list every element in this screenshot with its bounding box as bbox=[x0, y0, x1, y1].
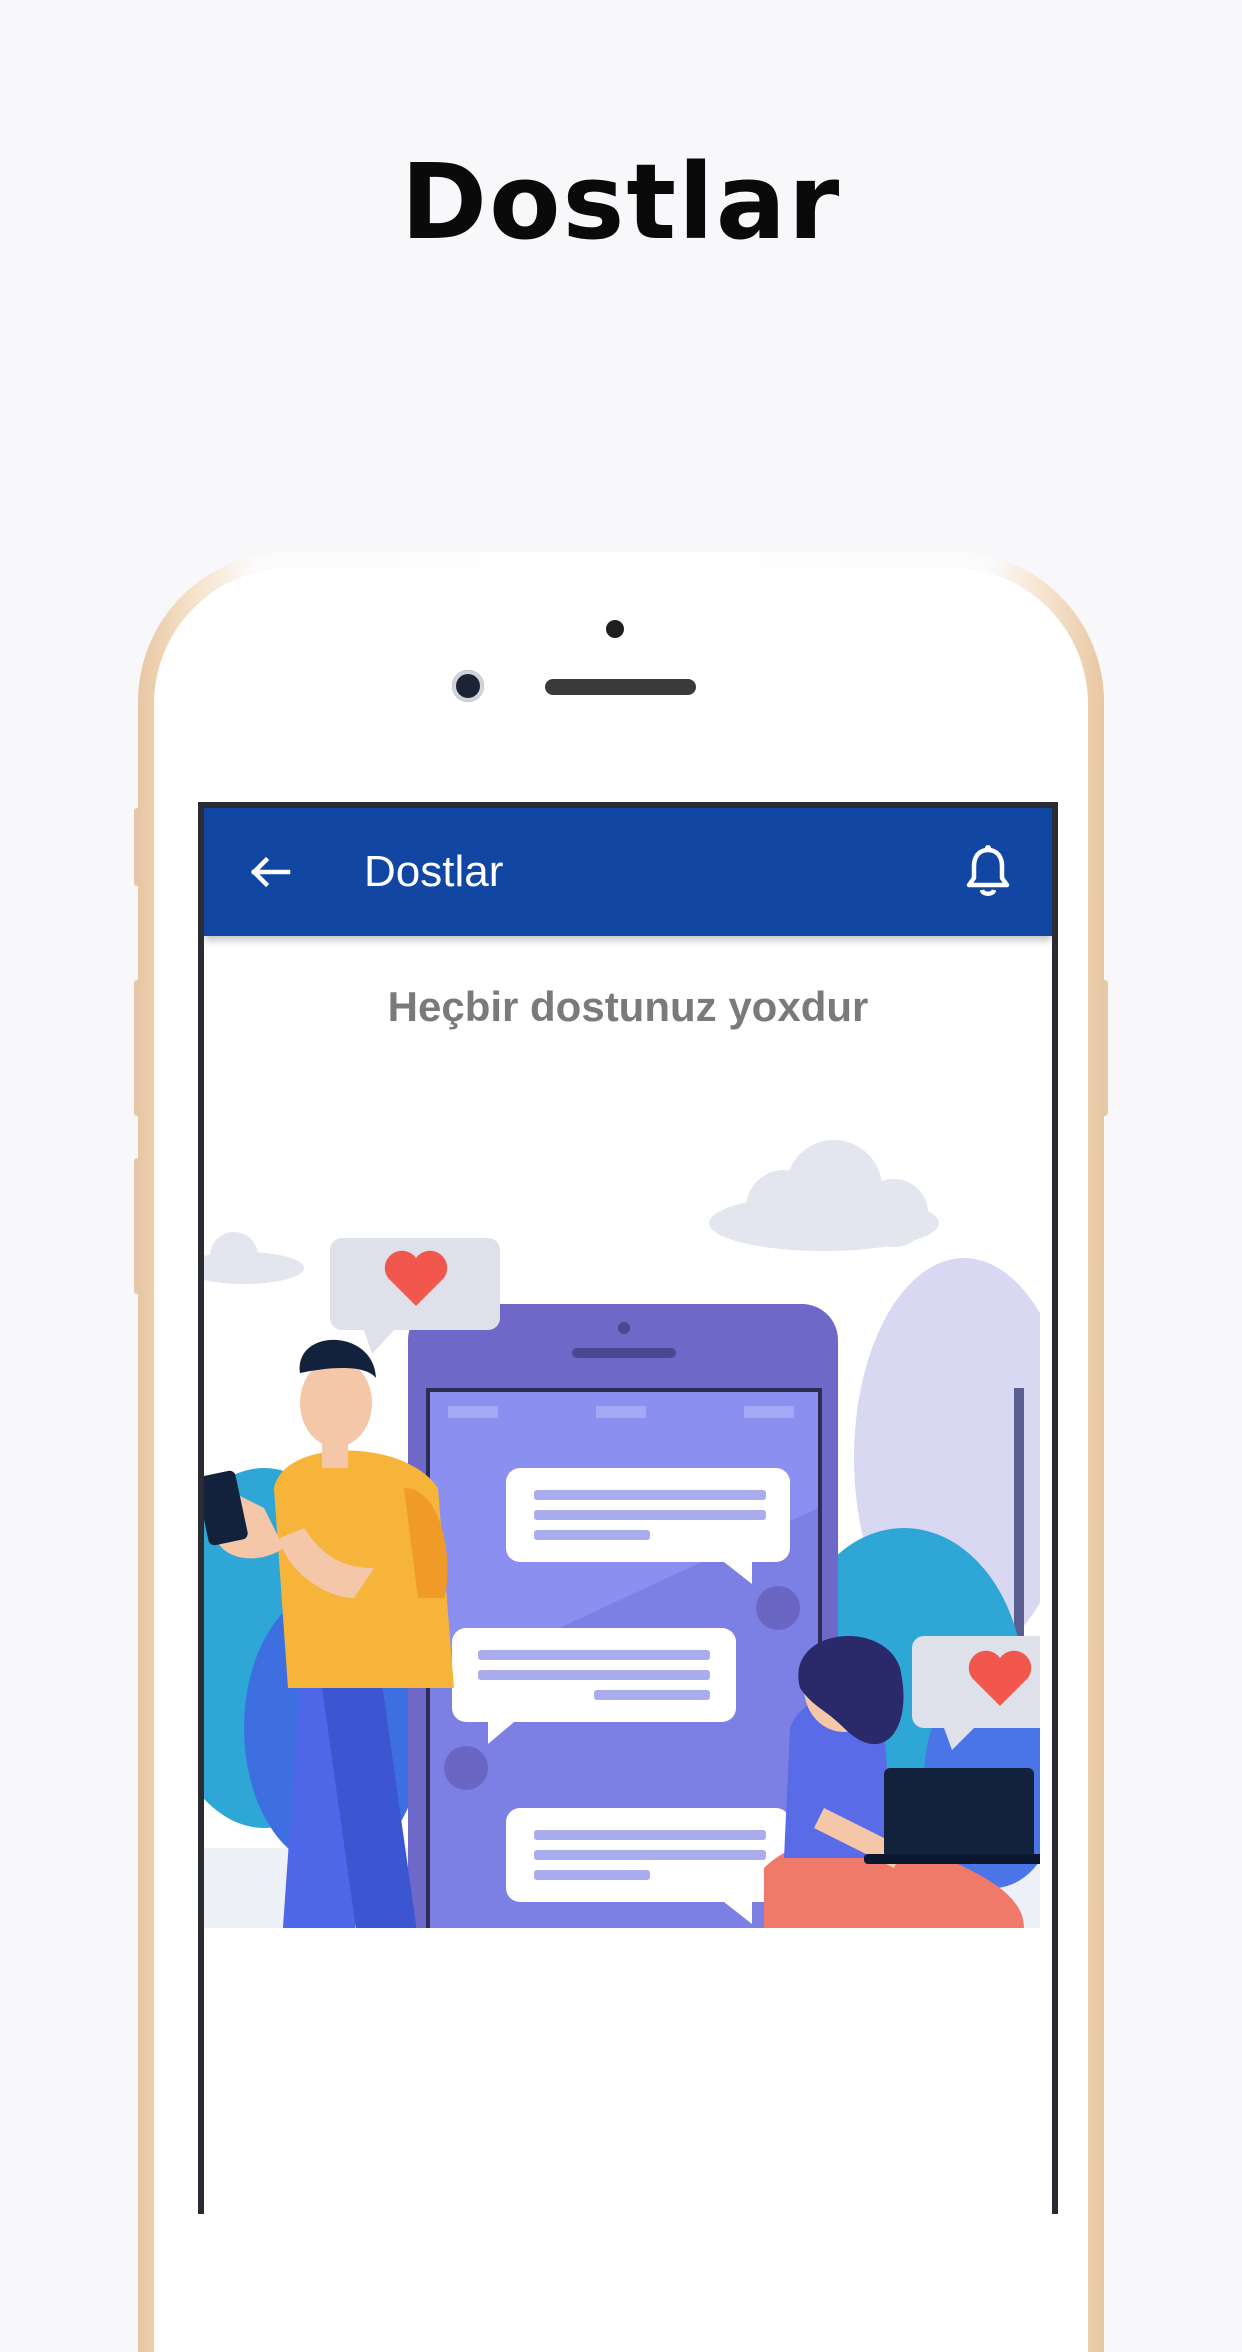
app-bar-title: Dostlar bbox=[364, 847, 504, 896]
bell-icon bbox=[966, 845, 1010, 896]
mute-switch bbox=[134, 808, 142, 886]
app-bar: Dostlar bbox=[204, 808, 1052, 936]
friends-chat-illustration bbox=[204, 1140, 1040, 1928]
power-button bbox=[1100, 980, 1108, 1116]
notifications-button[interactable] bbox=[960, 842, 1016, 902]
promo-title: Dostlar bbox=[400, 141, 842, 263]
arrow-left-icon bbox=[250, 856, 291, 888]
volume-down-button bbox=[134, 1158, 142, 1294]
volume-up-button bbox=[134, 980, 142, 1116]
empty-state-message: Heçbir dostunuz yoxdur bbox=[387, 983, 869, 1030]
proximity-sensor bbox=[606, 620, 624, 638]
earpiece-speaker bbox=[545, 679, 696, 695]
front-camera bbox=[452, 670, 484, 702]
app-screen: Dostlar Heçbir dostunuz yoxdur bbox=[198, 802, 1058, 2214]
back-button[interactable] bbox=[242, 844, 298, 900]
